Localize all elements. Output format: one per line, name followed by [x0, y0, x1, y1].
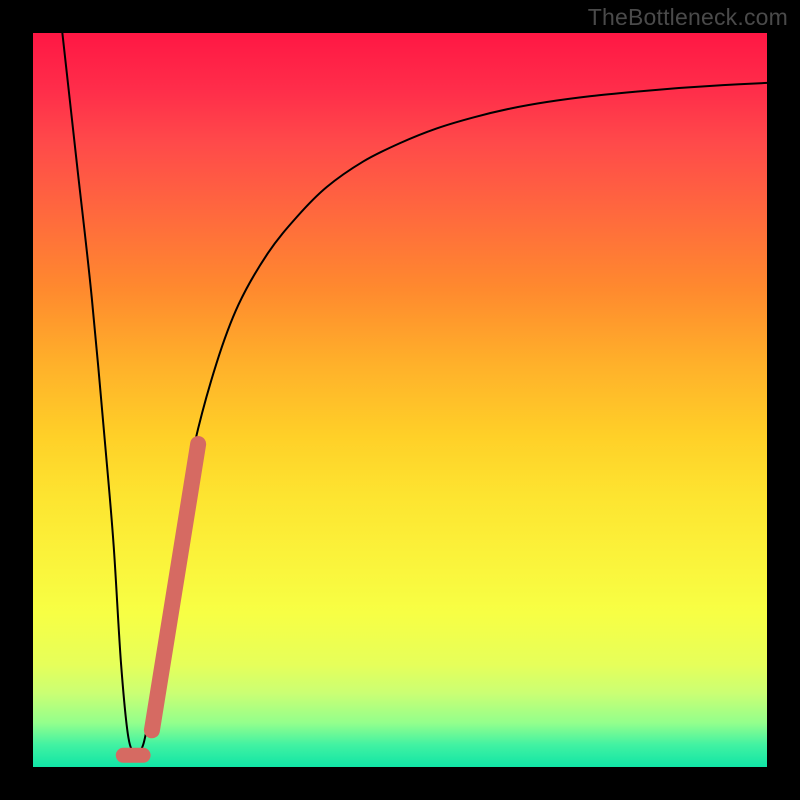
series-group	[62, 33, 767, 755]
chart-frame: TheBottleneck.com	[0, 0, 800, 800]
watermark-text: TheBottleneck.com	[588, 4, 788, 31]
chart-svg	[33, 33, 767, 767]
plot-area	[33, 33, 767, 767]
highlight-up-segment	[152, 444, 198, 730]
